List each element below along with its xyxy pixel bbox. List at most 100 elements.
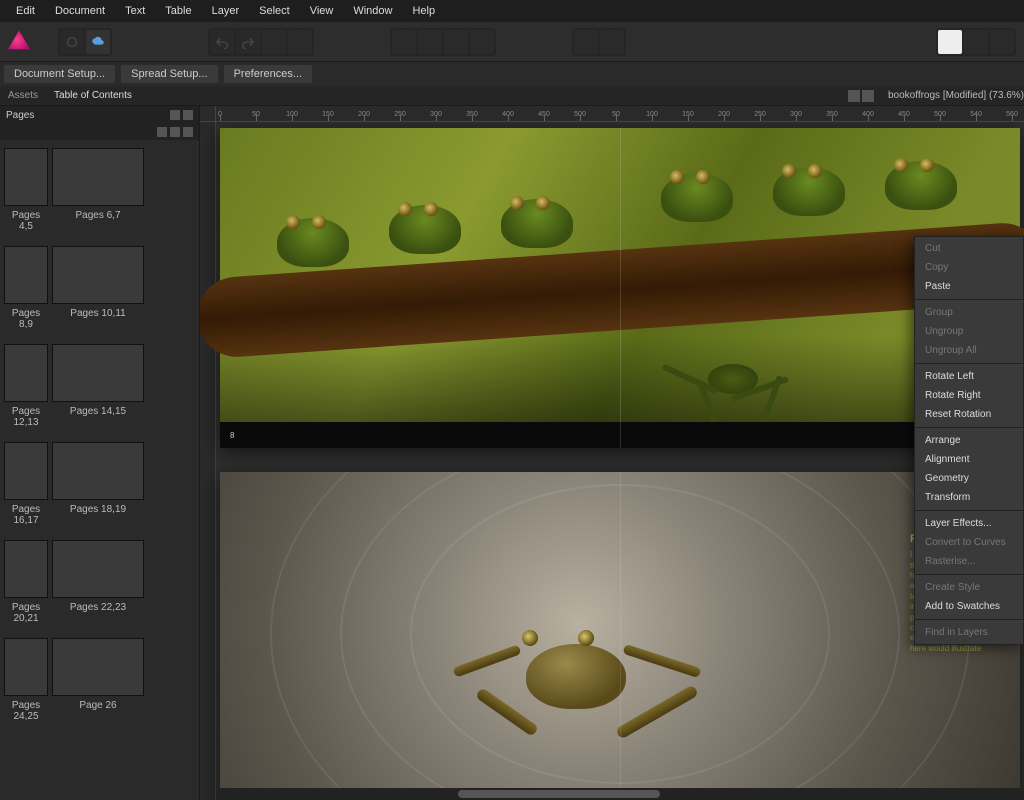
context-menu-item: Create Style	[915, 578, 1023, 597]
thumbnail-label: Pages 16,17	[4, 500, 48, 534]
context-menu-item[interactable]: Reset Rotation	[915, 405, 1023, 424]
document-tab[interactable]: bookoffrogs [Modified] (73.6%)	[888, 90, 1024, 101]
context-menu-item[interactable]: Alignment	[915, 450, 1023, 469]
context-menu-item[interactable]: Layer Effects...	[915, 514, 1023, 533]
preferences-button[interactable]: Preferences...	[224, 65, 312, 83]
context-menu-item: Ungroup All	[915, 341, 1023, 360]
menu-text[interactable]: Text	[115, 2, 155, 20]
main-toolbar	[0, 22, 1024, 62]
page-thumbnail[interactable]: Pages 16,17	[4, 442, 48, 534]
panel-settings-icon[interactable]	[183, 127, 193, 137]
thumbnail-label: Pages 6,7	[52, 206, 144, 229]
page-thumbnail[interactable]: Pages 10,11	[52, 246, 144, 338]
thumbnail-label: Pages 10,11	[52, 304, 144, 327]
context-menu-item: Cut	[915, 239, 1023, 258]
thumbnail-label: Pages 8,9	[4, 304, 48, 338]
page-thumbnail[interactable]: Pages 20,21	[4, 540, 48, 632]
ruler-horizontal[interactable]: 0501001502002503003504004505005010015020…	[200, 106, 1024, 122]
undo-icon[interactable]	[210, 30, 234, 54]
pages-thumbnail-list[interactable]: Pages 4,5Pages 6,7 Pages 8,9Pages 10,11 Pa…	[0, 140, 199, 800]
menu-table[interactable]: Table	[155, 2, 201, 20]
work-area: Pages Pages 4,5Pages 6,7Pages 8,9Pages 1…	[0, 106, 1024, 800]
thumbnail-label: Pages 12,13	[4, 402, 48, 436]
menu-document[interactable]: Document	[45, 2, 115, 20]
preview-icon[interactable]	[574, 30, 598, 54]
page-thumbnail[interactable]: Pages 18,19	[52, 442, 144, 534]
panel-view-icon[interactable]	[170, 110, 180, 120]
context-menu-item[interactable]: Paste	[915, 277, 1023, 296]
menu-edit[interactable]: Edit	[6, 2, 45, 20]
horizontal-scrollbar[interactable]	[216, 788, 1024, 800]
thumbnail-label: Page 26	[52, 696, 144, 719]
context-menu-item: Copy	[915, 258, 1023, 277]
page-thumbnail[interactable]: Pages 4,5	[4, 148, 48, 240]
thumbnail-image	[52, 540, 144, 598]
toolbar-group-sync	[58, 28, 112, 56]
menu-window[interactable]: Window	[343, 2, 402, 20]
page-thumbnail[interactable]: Page 26	[52, 638, 144, 730]
panel-options-icon[interactable]	[183, 110, 193, 120]
menu-help[interactable]: Help	[402, 2, 445, 20]
context-menu-item: Find in Layers	[915, 623, 1023, 642]
sync-icon[interactable]	[60, 30, 84, 54]
page-thumbnail[interactable]: Pages 14,15	[52, 344, 144, 436]
context-menu-item[interactable]: Arrange	[915, 431, 1023, 450]
thumbnail-label: Pages 4,5	[4, 206, 48, 240]
spread-pages-8-9[interactable]: 8 9	[220, 128, 1020, 448]
page-thumbnail[interactable]: Pages 6,7	[52, 148, 144, 240]
thumbnail-image	[4, 442, 48, 500]
align-center-icon[interactable]	[418, 30, 442, 54]
redo-icon[interactable]	[236, 30, 260, 54]
tab-toc[interactable]: Table of Contents	[46, 88, 140, 103]
menu-view[interactable]: View	[300, 2, 344, 20]
context-menu-item: Ungroup	[915, 322, 1023, 341]
thumbnail-image	[4, 344, 48, 402]
pages-panel: Pages Pages 4,5Pages 6,7Pages 8,9Pages 1…	[0, 106, 200, 800]
ruler-origin[interactable]	[200, 106, 216, 122]
document-setup-button[interactable]: Document Setup...	[4, 65, 115, 83]
thumbnail-label: Pages 18,19	[52, 500, 144, 523]
cloud-icon[interactable]	[86, 30, 110, 54]
menu-select[interactable]: Select	[249, 2, 300, 20]
panel-tab-strip: Assets Table of Contents bookoffrogs [Mo…	[0, 86, 1024, 106]
page-persona-icon[interactable]	[938, 30, 962, 54]
context-menu-item[interactable]: Transform	[915, 488, 1023, 507]
thumbnail-image	[4, 638, 48, 696]
align-right-icon[interactable]	[444, 30, 468, 54]
context-menu-item[interactable]: Add to Swatches	[915, 597, 1023, 616]
panel-close-icon[interactable]	[862, 90, 874, 102]
toolbar-group-history	[208, 28, 314, 56]
tab-assets[interactable]: Assets	[0, 88, 46, 103]
context-menu-item[interactable]: Rotate Right	[915, 386, 1023, 405]
context-menu[interactable]: CutCopyPasteGroupUngroupUngroup AllRotat…	[914, 236, 1024, 645]
align-justify-icon[interactable]	[470, 30, 494, 54]
menu-bar: Edit Document Text Table Layer Select Vi…	[0, 0, 1024, 22]
context-menu-item[interactable]: Rotate Left	[915, 367, 1023, 386]
add-page-icon[interactable]	[157, 127, 167, 137]
export-persona-icon[interactable]	[990, 30, 1014, 54]
page-thumbnail[interactable]: Pages 24,25	[4, 638, 48, 730]
panel-menu-icon[interactable]	[848, 90, 860, 102]
context-menu-item[interactable]: Geometry	[915, 469, 1023, 488]
frog-swimming-graphic	[492, 616, 662, 726]
align-left-icon[interactable]	[392, 30, 416, 54]
page-thumbnail[interactable]: Pages 8,9	[4, 246, 48, 338]
frame-persona-icon[interactable]	[964, 30, 988, 54]
clip-icon[interactable]	[600, 30, 624, 54]
back-icon[interactable]	[262, 30, 286, 54]
thumbnail-image	[52, 344, 144, 402]
context-toolbar: Document Setup... Spread Setup... Prefer…	[0, 62, 1024, 86]
document-viewport[interactable]: 8 9 FROGS A	[200, 122, 1024, 800]
spread-pages-10-11[interactable]: FROGS AND I like the effect of they're o…	[220, 472, 1020, 800]
page-thumbnail[interactable]: Pages 12,13	[4, 344, 48, 436]
thumbnail-image	[4, 246, 48, 304]
forward-icon[interactable]	[288, 30, 312, 54]
page-number-left: 8	[230, 431, 234, 440]
delete-page-icon[interactable]	[170, 127, 180, 137]
canvas-area: 0501001502002503003504004505005010015020…	[200, 106, 1024, 800]
scrollbar-thumb[interactable]	[458, 790, 660, 798]
page-thumbnail[interactable]: Pages 22,23	[52, 540, 144, 632]
menu-layer[interactable]: Layer	[202, 2, 250, 20]
spine-divider	[620, 128, 621, 448]
spread-setup-button[interactable]: Spread Setup...	[121, 65, 217, 83]
